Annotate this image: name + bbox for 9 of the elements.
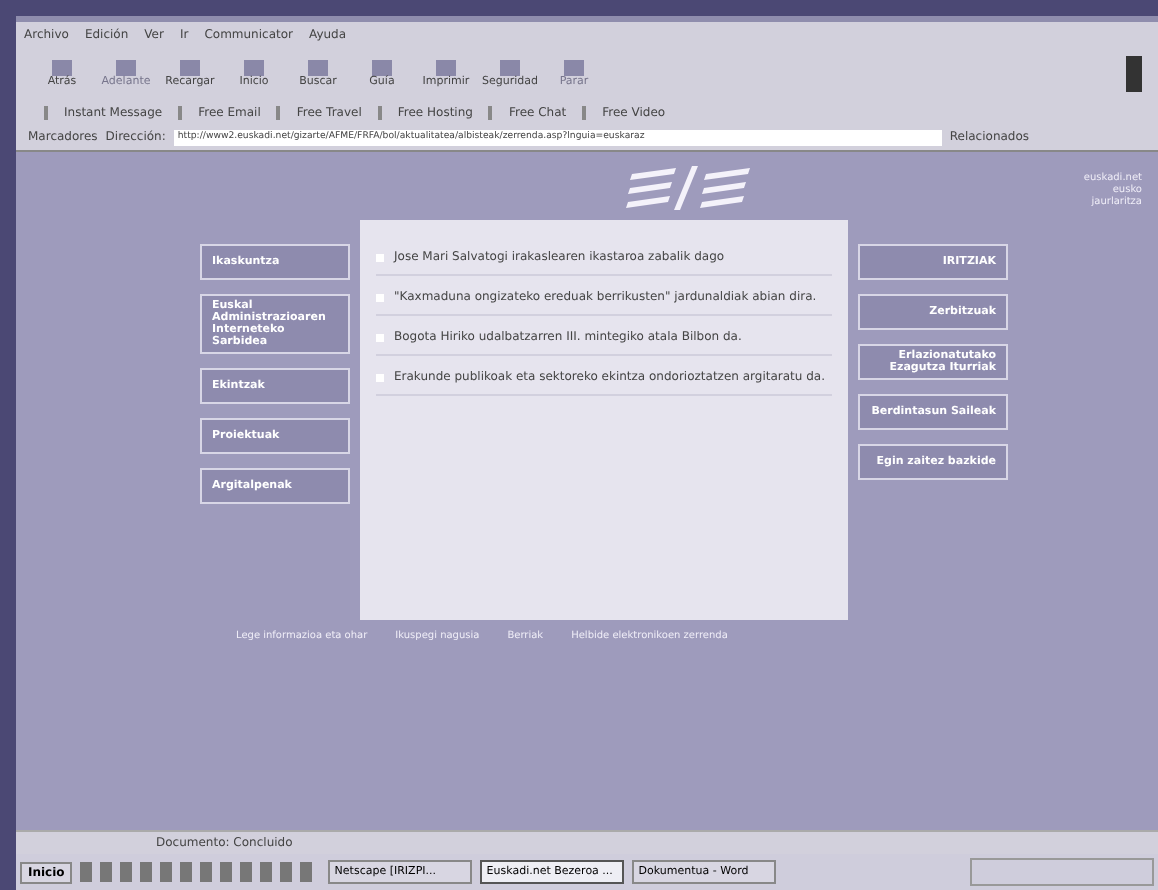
toolbar-icon xyxy=(180,60,200,76)
toolbar-icon xyxy=(308,60,328,76)
toolbar-icon xyxy=(564,60,584,76)
toolbar-icon xyxy=(52,60,72,76)
toolbar-icon xyxy=(436,60,456,76)
toolbar-icon xyxy=(244,60,264,76)
toolbar-icon xyxy=(116,60,136,76)
toolbar-icon xyxy=(500,60,520,76)
toolbar-icon xyxy=(372,60,392,76)
